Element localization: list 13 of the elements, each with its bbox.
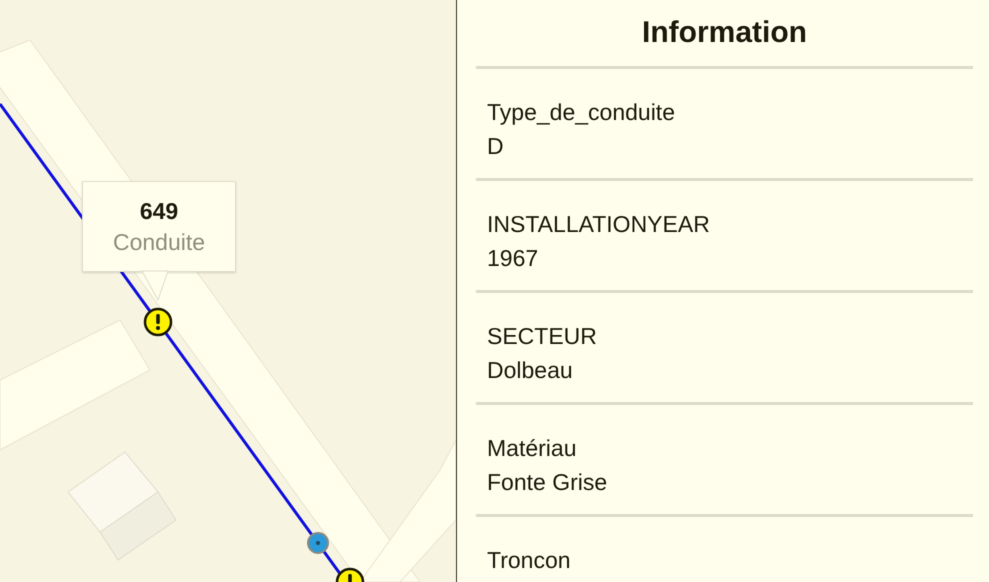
field-label: INSTALLATIONYEAR (487, 210, 711, 239)
field-value: Dolbeau (487, 356, 574, 385)
panel-title: Information (641, 15, 808, 51)
field-value: 1967 (487, 244, 540, 273)
feature-type: Conduite (112, 228, 206, 256)
feature-id: 649 (140, 198, 178, 224)
field-value: Fonte Grise (487, 468, 608, 497)
field-label: SECTEUR (487, 322, 598, 351)
field-label: Troncon (487, 546, 572, 575)
feature-callout[interactable]: 649 Conduite (82, 181, 236, 272)
field-value: D (487, 132, 505, 161)
field-label: Matériau (487, 434, 578, 463)
field-label: Type_de_conduite (487, 98, 676, 127)
